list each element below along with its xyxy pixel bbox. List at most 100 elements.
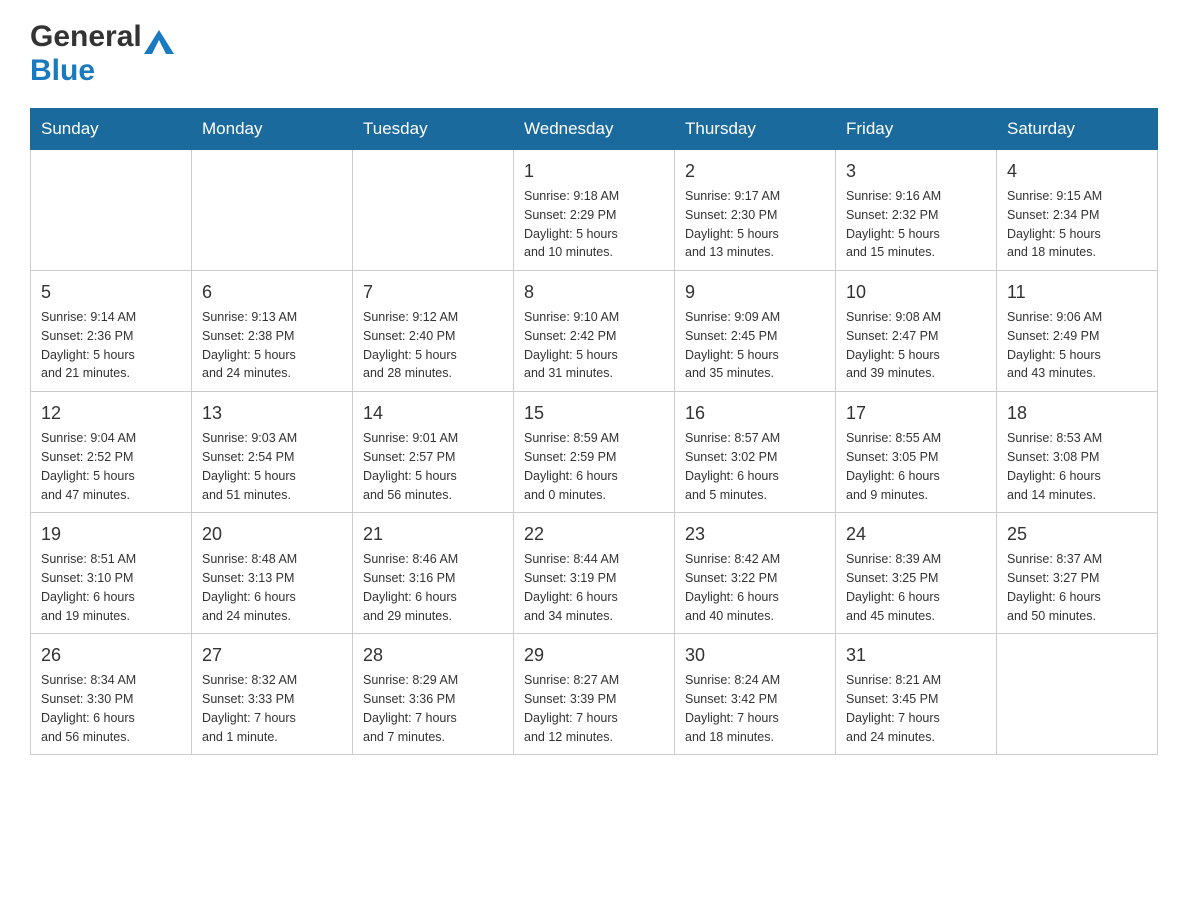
logo-general-text: General: [30, 20, 142, 54]
day-info: Sunrise: 8:44 AM Sunset: 3:19 PM Dayligh…: [524, 550, 664, 625]
day-number: 3: [846, 158, 986, 184]
page-header: General Blue: [30, 20, 1158, 88]
day-number: 20: [202, 521, 342, 547]
calendar-cell: 18Sunrise: 8:53 AM Sunset: 3:08 PM Dayli…: [997, 392, 1158, 513]
day-number: 28: [363, 642, 503, 668]
day-info: Sunrise: 8:51 AM Sunset: 3:10 PM Dayligh…: [41, 550, 181, 625]
day-info: Sunrise: 8:37 AM Sunset: 3:27 PM Dayligh…: [1007, 550, 1147, 625]
day-info: Sunrise: 8:42 AM Sunset: 3:22 PM Dayligh…: [685, 550, 825, 625]
calendar-cell: 9 Sunrise: 9:09 AM Sunset: 2:45 PM Daylig…: [675, 271, 836, 392]
calendar-cell: 24 Sunrise: 8:39 AM Sunset: 3:25 PM Dayli…: [836, 513, 997, 634]
day-number: 25: [1007, 521, 1147, 547]
day-number: 2: [685, 158, 825, 184]
day-number: 29: [524, 642, 664, 668]
calendar-cell: [353, 150, 514, 271]
calendar-cell: 23 Sunrise: 8:42 AM Sunset: 3:22 PM Dayli…: [675, 513, 836, 634]
calendar-cell: 16Sunrise: 8:57 AM Sunset: 3:02 PM Dayli…: [675, 392, 836, 513]
calendar-week-row: 26 Sunrise: 8:34 AM Sunset: 3:30 PM Dayli…: [31, 634, 1158, 755]
day-info: Sunrise: 8:24 AM Sunset: 3:42 PM Dayligh…: [685, 671, 825, 746]
calendar-cell: 12 Sunrise: 9:04 AM Sunset: 2:52 PM Dayli…: [31, 392, 192, 513]
day-info: Sunrise: 9:12 AM Sunset: 2:40 PM Dayligh…: [363, 308, 503, 383]
calendar-cell: 28 Sunrise: 8:29 AM Sunset: 3:36 PM Dayli…: [353, 634, 514, 755]
calendar-cell: 15 Sunrise: 8:59 AM Sunset: 2:59 PM Dayli…: [514, 392, 675, 513]
day-info: Sunrise: 9:01 AM Sunset: 2:57 PM Dayligh…: [363, 429, 503, 504]
day-number: 26: [41, 642, 181, 668]
day-info: Sunrise: 9:16 AM Sunset: 2:32 PM Dayligh…: [846, 187, 986, 262]
day-number: 5: [41, 279, 181, 305]
day-info: Sunrise: 8:55 AM Sunset: 3:05 PM Dayligh…: [846, 429, 986, 504]
calendar-week-row: 1 Sunrise: 9:18 AM Sunset: 2:29 PM Daylig…: [31, 150, 1158, 271]
day-number: 16: [685, 400, 825, 426]
day-number: 23: [685, 521, 825, 547]
calendar-cell: [192, 150, 353, 271]
day-of-week-header: Tuesday: [353, 109, 514, 150]
calendar-cell: 10Sunrise: 9:08 AM Sunset: 2:47 PM Dayli…: [836, 271, 997, 392]
calendar-cell: 29 Sunrise: 8:27 AM Sunset: 3:39 PM Dayli…: [514, 634, 675, 755]
day-number: 12: [41, 400, 181, 426]
day-of-week-header: Wednesday: [514, 109, 675, 150]
calendar-cell: 20 Sunrise: 8:48 AM Sunset: 3:13 PM Dayli…: [192, 513, 353, 634]
calendar-week-row: 19 Sunrise: 8:51 AM Sunset: 3:10 PM Dayli…: [31, 513, 1158, 634]
day-info: Sunrise: 8:29 AM Sunset: 3:36 PM Dayligh…: [363, 671, 503, 746]
logo-blue-text: Blue: [30, 54, 95, 87]
calendar-cell: 1 Sunrise: 9:18 AM Sunset: 2:29 PM Daylig…: [514, 150, 675, 271]
calendar-cell: 19 Sunrise: 8:51 AM Sunset: 3:10 PM Dayli…: [31, 513, 192, 634]
day-info: Sunrise: 8:21 AM Sunset: 3:45 PM Dayligh…: [846, 671, 986, 746]
day-info: Sunrise: 9:03 AM Sunset: 2:54 PM Dayligh…: [202, 429, 342, 504]
day-info: Sunrise: 9:08 AM Sunset: 2:47 PM Dayligh…: [846, 308, 986, 383]
logo-triangle-icon: [144, 26, 174, 54]
day-number: 9: [685, 279, 825, 305]
day-number: 8: [524, 279, 664, 305]
calendar-week-row: 5 Sunrise: 9:14 AM Sunset: 2:36 PM Daylig…: [31, 271, 1158, 392]
calendar-cell: 7 Sunrise: 9:12 AM Sunset: 2:40 PM Daylig…: [353, 271, 514, 392]
day-info: Sunrise: 9:06 AM Sunset: 2:49 PM Dayligh…: [1007, 308, 1147, 383]
calendar-cell: 8Sunrise: 9:10 AM Sunset: 2:42 PM Daylig…: [514, 271, 675, 392]
day-info: Sunrise: 8:27 AM Sunset: 3:39 PM Dayligh…: [524, 671, 664, 746]
day-info: Sunrise: 9:14 AM Sunset: 2:36 PM Dayligh…: [41, 308, 181, 383]
day-info: Sunrise: 9:09 AM Sunset: 2:45 PM Dayligh…: [685, 308, 825, 383]
calendar-cell: 21Sunrise: 8:46 AM Sunset: 3:16 PM Dayli…: [353, 513, 514, 634]
day-info: Sunrise: 9:13 AM Sunset: 2:38 PM Dayligh…: [202, 308, 342, 383]
day-info: Sunrise: 8:48 AM Sunset: 3:13 PM Dayligh…: [202, 550, 342, 625]
day-number: 4: [1007, 158, 1147, 184]
calendar-header-row: SundayMondayTuesdayWednesdayThursdayFrid…: [31, 109, 1158, 150]
day-info: Sunrise: 8:46 AM Sunset: 3:16 PM Dayligh…: [363, 550, 503, 625]
calendar-cell: [997, 634, 1158, 755]
day-of-week-header: Monday: [192, 109, 353, 150]
day-info: Sunrise: 8:34 AM Sunset: 3:30 PM Dayligh…: [41, 671, 181, 746]
calendar-table: SundayMondayTuesdayWednesdayThursdayFrid…: [30, 108, 1158, 755]
calendar-cell: 5 Sunrise: 9:14 AM Sunset: 2:36 PM Daylig…: [31, 271, 192, 392]
logo: General Blue: [30, 20, 174, 88]
day-info: Sunrise: 8:39 AM Sunset: 3:25 PM Dayligh…: [846, 550, 986, 625]
day-info: Sunrise: 9:04 AM Sunset: 2:52 PM Dayligh…: [41, 429, 181, 504]
day-info: Sunrise: 8:53 AM Sunset: 3:08 PM Dayligh…: [1007, 429, 1147, 504]
day-number: 11: [1007, 279, 1147, 305]
day-of-week-header: Friday: [836, 109, 997, 150]
calendar-cell: 2Sunrise: 9:17 AM Sunset: 2:30 PM Daylig…: [675, 150, 836, 271]
calendar-cell: 31 Sunrise: 8:21 AM Sunset: 3:45 PM Dayli…: [836, 634, 997, 755]
day-number: 24: [846, 521, 986, 547]
day-number: 17: [846, 400, 986, 426]
calendar-cell: 4Sunrise: 9:15 AM Sunset: 2:34 PM Daylig…: [997, 150, 1158, 271]
day-info: Sunrise: 9:18 AM Sunset: 2:29 PM Dayligh…: [524, 187, 664, 262]
calendar-cell: [31, 150, 192, 271]
calendar-cell: 25 Sunrise: 8:37 AM Sunset: 3:27 PM Dayli…: [997, 513, 1158, 634]
calendar-cell: 11 Sunrise: 9:06 AM Sunset: 2:49 PM Dayli…: [997, 271, 1158, 392]
day-number: 19: [41, 521, 181, 547]
calendar-cell: 13 Sunrise: 9:03 AM Sunset: 2:54 PM Dayli…: [192, 392, 353, 513]
day-number: 13: [202, 400, 342, 426]
calendar-cell: 30Sunrise: 8:24 AM Sunset: 3:42 PM Dayli…: [675, 634, 836, 755]
day-number: 7: [363, 279, 503, 305]
day-number: 1: [524, 158, 664, 184]
day-number: 15: [524, 400, 664, 426]
calendar-cell: 6 Sunrise: 9:13 AM Sunset: 2:38 PM Daylig…: [192, 271, 353, 392]
calendar-cell: 27 Sunrise: 8:32 AM Sunset: 3:33 PM Dayli…: [192, 634, 353, 755]
day-number: 27: [202, 642, 342, 668]
day-info: Sunrise: 8:32 AM Sunset: 3:33 PM Dayligh…: [202, 671, 342, 746]
day-number: 6: [202, 279, 342, 305]
calendar-week-row: 12 Sunrise: 9:04 AM Sunset: 2:52 PM Dayli…: [31, 392, 1158, 513]
day-info: Sunrise: 8:59 AM Sunset: 2:59 PM Dayligh…: [524, 429, 664, 504]
day-of-week-header: Saturday: [997, 109, 1158, 150]
day-of-week-header: Thursday: [675, 109, 836, 150]
day-number: 31: [846, 642, 986, 668]
